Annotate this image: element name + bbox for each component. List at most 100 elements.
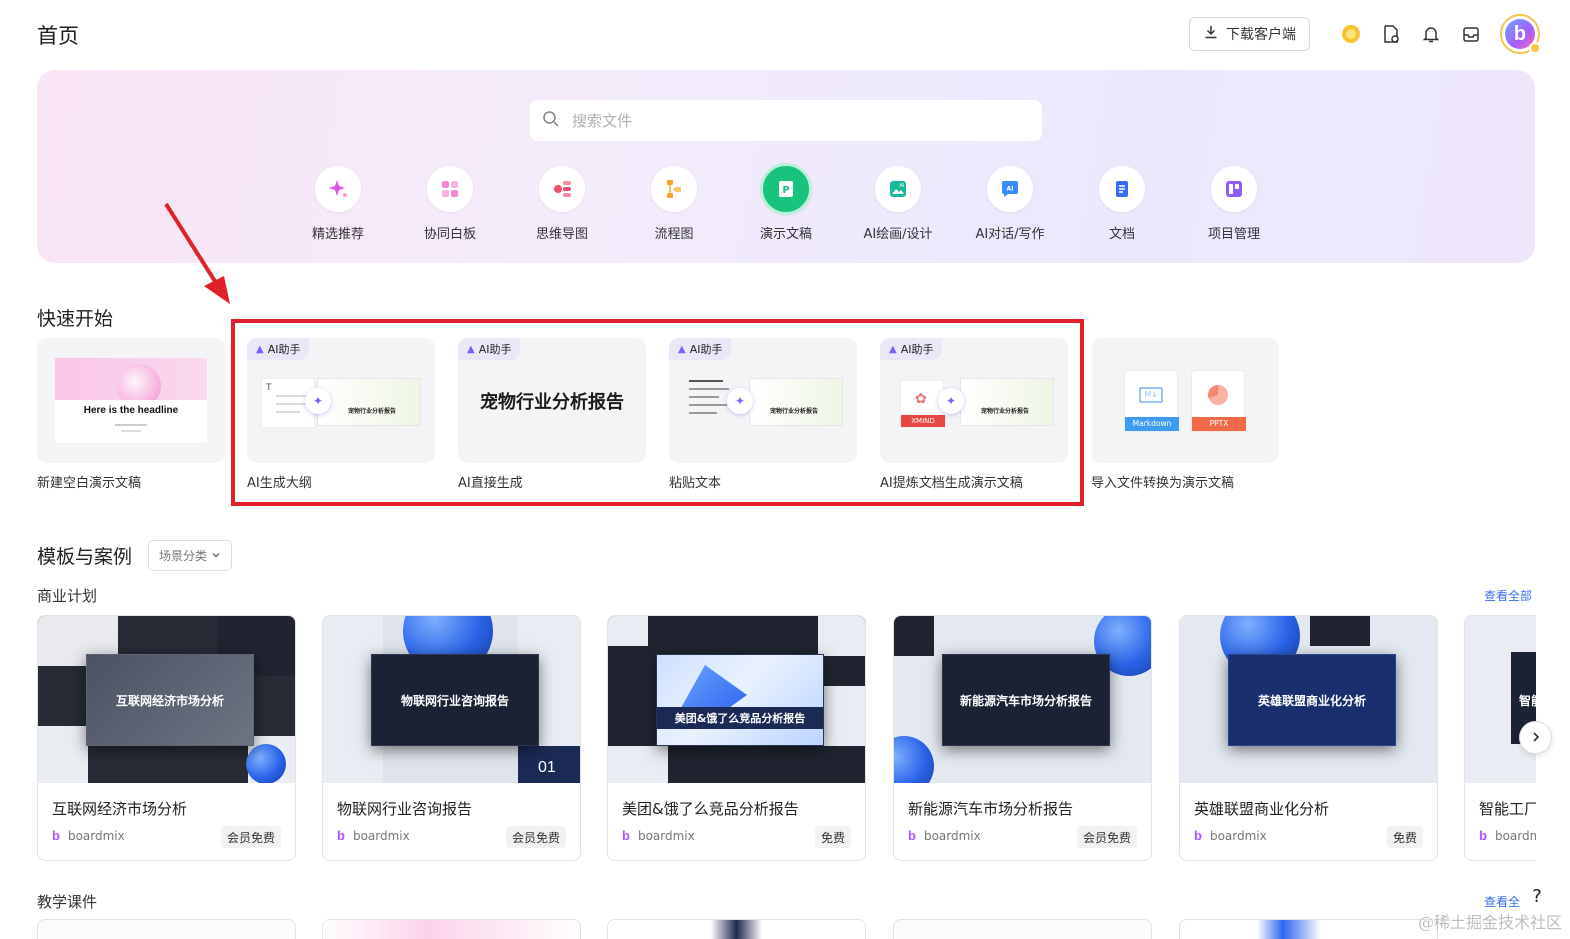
download-client-label: 下载客户端 [1226, 27, 1296, 43]
category-label: 演示文稿 [759, 227, 812, 242]
template-card[interactable]: 英雄联盟商业化分析 英雄联盟商业化分析 b boardmix 免费 [1179, 615, 1438, 861]
template-author: bboardmix [908, 828, 981, 843]
template-card[interactable]: 美团&饿了么竞品分析报告 美团&饿了么竞品分析报告 b boardmix 免费 [607, 615, 866, 861]
thumbnail-title: 智能 [1519, 694, 1536, 708]
ai-outline-card[interactable]: ▲ AI助手 T 宠物行业分析报告 ✦ [247, 338, 435, 463]
search-icon [542, 110, 560, 132]
whiteboard-icon [427, 166, 473, 212]
template-card[interactable] [893, 919, 1152, 939]
extract-slide-preview: 宠物行业分析报告 [960, 378, 1054, 426]
carousel-next-button[interactable] [1519, 721, 1552, 754]
price-tag: 会员免费 [1076, 826, 1137, 848]
template-card[interactable] [322, 919, 581, 939]
ai-extract-label: AI提炼文档生成演示文稿 [880, 476, 1023, 491]
flowchart-icon [651, 166, 697, 212]
template-card[interactable] [1179, 919, 1438, 939]
category-mindmap[interactable]: 思维导图 [506, 166, 618, 242]
thumbnail-title: 新能源汽车市场分析报告 [942, 654, 1110, 746]
blank-presentation-card[interactable]: Here is the headline [37, 338, 225, 463]
category-label: 项目管理 [1207, 227, 1260, 242]
boardmix-logo-icon: b [622, 828, 630, 843]
category-bar: 精选推荐 协同白板 思维导图 流程图 P 演示文稿 AI AI绘画/设计 AI … [282, 163, 1290, 269]
download-icon [1203, 24, 1219, 44]
markdown-badge: Markdown [1125, 417, 1179, 431]
file-edit-icon[interactable] [1380, 23, 1402, 45]
teaching-view-all-link[interactable]: 查看全部 [1484, 893, 1520, 910]
category-ai-design[interactable]: AI AI绘画/设计 [842, 166, 954, 242]
slide-title: 宠物行业分析报告 [770, 408, 819, 415]
ai-chat-icon: AI [987, 166, 1033, 212]
template-card[interactable]: 互联网经济市场分析 互联网经济市场分析 b boardmix 会员免费 [37, 615, 296, 861]
paste-slide-preview: 宠物行业分析报告 [749, 378, 843, 426]
download-client-button[interactable]: 下载客户端 [1189, 17, 1310, 51]
markdown-file-icon: M↓ Markdown [1124, 370, 1179, 432]
category-ai-chat[interactable]: AI AI对话/写作 [954, 166, 1066, 242]
ai-direct-title: 宠物行业分析报告 [480, 392, 624, 413]
bell-icon[interactable] [1420, 23, 1442, 45]
price-tag: 会员免费 [505, 826, 566, 848]
price-tag: 免费 [1386, 826, 1423, 848]
svg-text:P: P [782, 185, 789, 196]
scene-filter-dropdown[interactable]: 场景分类 [148, 540, 233, 571]
category-flowchart[interactable]: 流程图 [618, 166, 730, 242]
category-label: 文档 [1108, 227, 1135, 242]
template-author: bboardmix [622, 828, 695, 843]
ai-assistant-tag: ▲ AI助手 [880, 338, 943, 360]
ai-mark-icon: ▲ [678, 343, 686, 355]
template-card[interactable] [607, 919, 866, 939]
template-thumbnail: 英雄联盟商业化分析 [1180, 616, 1437, 783]
category-label: 思维导图 [535, 227, 588, 242]
help-icon[interactable]: ? [1525, 886, 1549, 910]
template-card[interactable] [37, 919, 296, 939]
category-whiteboard[interactable]: 协同白板 [394, 166, 506, 242]
import-file-card[interactable]: M↓ Markdown PPTX [1091, 338, 1279, 463]
template-name: 英雄联盟商业化分析 [1194, 800, 1330, 818]
template-thumbnail: 互联网经济市场分析 [38, 616, 295, 783]
thumbnail-number: 01 [538, 759, 556, 776]
watermark: @稀土掘金技术社区 [1417, 913, 1562, 932]
template-name: 互联网经济市场分析 [52, 800, 188, 818]
chevron-right-icon [1530, 728, 1542, 747]
outline-slide-preview: 宠物行业分析报告 [317, 378, 421, 426]
category-project[interactable]: 项目管理 [1178, 166, 1290, 242]
ai-assistant-tag: ▲ AI助手 [247, 338, 310, 360]
category-featured[interactable]: 精选推荐 [282, 166, 394, 242]
avatar[interactable]: b [1500, 14, 1541, 54]
thumbnail-title: 美团&饿了么竞品分析报告 [656, 654, 824, 746]
template-name: 美团&饿了么竞品分析报告 [622, 800, 799, 818]
search-box[interactable] [530, 100, 1042, 141]
inbox-icon[interactable] [1460, 23, 1482, 45]
template-card[interactable]: 新能源汽车市场分析报告 新能源汽车市场分析报告 b boardmix 会员免费 [893, 615, 1152, 861]
category-document[interactable]: 文档 [1066, 166, 1178, 242]
ai-extract-card[interactable]: ▲ AI助手 ✿ XMIND 宠物行业分析报告 ✦ [880, 338, 1068, 463]
business-view-all-link[interactable]: 查看全部 [1484, 587, 1532, 604]
thumbnail-title: 英雄联盟商业化分析 [1228, 654, 1396, 746]
paste-text-label: 粘贴文本 [669, 476, 722, 491]
template-thumbnail: 美团&饿了么竞品分析报告 [608, 616, 865, 783]
scene-filter-label: 场景分类 [159, 549, 208, 563]
template-thumbnail: 新能源汽车市场分析报告 [894, 616, 1151, 783]
mindmap-icon [539, 166, 585, 212]
category-label: AI绘画/设计 [863, 227, 933, 242]
template-card[interactable]: 01 物联网行业咨询报告 物联网行业咨询报告 b boardmix 会员免费 [322, 615, 581, 861]
templates-title: 模板与案例 [37, 546, 133, 568]
search-input[interactable] [572, 111, 1012, 130]
paste-text-card[interactable]: ▲ AI助手 宠物行业分析报告 ✦ [669, 338, 857, 463]
coin-icon[interactable] [1340, 23, 1362, 45]
sparkle-icon: ✦ [727, 388, 753, 414]
price-tag: 免费 [814, 826, 851, 848]
boardmix-logo-icon: b [1479, 828, 1487, 843]
template-author: bboardmix [1194, 828, 1267, 843]
category-label: 精选推荐 [311, 227, 364, 242]
slide-headline: Here is the headline [83, 405, 179, 416]
thumbnail-title: 物联网行业咨询报告 [371, 654, 539, 746]
blank-presentation-label: 新建空白演示文稿 [37, 476, 142, 491]
category-presentation[interactable]: P 演示文稿 [730, 163, 842, 269]
project-icon [1211, 166, 1257, 212]
template-name: 物联网行业咨询报告 [337, 800, 473, 818]
price-tag: 会员免费 [220, 826, 281, 848]
ai-outline-label: AI生成大纲 [247, 476, 312, 491]
template-thumbnail: 智能 [1465, 616, 1536, 783]
ai-direct-card[interactable]: ▲ AI助手 宠物行业分析报告 [458, 338, 646, 463]
chevron-down-icon [211, 549, 221, 563]
